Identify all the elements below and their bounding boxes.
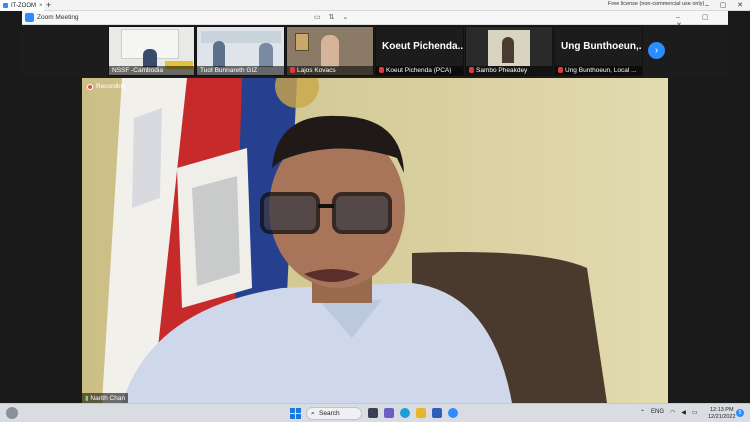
- language-indicator[interactable]: ENG: [651, 409, 664, 416]
- zoom-title-bar: Zoom Meeting ▭ ⇅ ⌄ – ▢ ✕: [22, 11, 728, 29]
- battery-icon[interactable]: ▭: [692, 409, 698, 416]
- new-tab-button[interactable]: +: [46, 0, 51, 11]
- participant-display-name: Ung Bunthoeun,...: [561, 41, 643, 52]
- tab-icon: [3, 3, 8, 8]
- search-icon: ⌕: [311, 410, 315, 417]
- participant-figure: [321, 35, 339, 67]
- signal-icon: ▮: [85, 395, 89, 402]
- browser-tab[interactable]: IT-ZOOM ×: [0, 0, 44, 11]
- chat-icon[interactable]: [384, 408, 394, 418]
- browser-tab-bar: IT-ZOOM × + Free license (non-commercial…: [0, 0, 750, 11]
- participant-name: Lajos Kovacs: [287, 66, 373, 75]
- speaker-name: ▮ Narith Chan: [82, 393, 129, 403]
- participant-figure: [213, 41, 225, 67]
- mic-muted-icon: [379, 67, 384, 73]
- gallery-next-icon[interactable]: ›: [648, 42, 665, 59]
- tab-title: IT-ZOOM: [11, 2, 36, 9]
- chevron-up-icon[interactable]: ⌃: [640, 409, 645, 416]
- minimize-button[interactable]: –: [700, 0, 714, 11]
- mic-muted-icon: [469, 67, 474, 73]
- participant-gallery: NSSF -Cambodia Tuot Bunnareth GIZ Lajos …: [22, 25, 728, 78]
- volume-icon[interactable]: ◀: [681, 409, 686, 416]
- taskbar-search[interactable]: ⌕ Search: [306, 407, 362, 420]
- zoom-logo-icon: [25, 13, 34, 22]
- system-tray[interactable]: ⌃ ENG ◠ ◀ ▭: [640, 409, 698, 416]
- windows-taskbar: ⌕ Search ⌃ ENG ◠ ◀ ▭ 12:13 PM 12/21/2022…: [0, 403, 750, 422]
- participant-tile[interactable]: Tuot Bunnareth GIZ: [196, 26, 285, 76]
- mic-muted-icon: [558, 67, 563, 73]
- maximize-button[interactable]: ▢: [716, 0, 730, 11]
- participant-tile[interactable]: Ung Bunthoeun,... Ung Bunthoeun, Local .…: [554, 26, 643, 76]
- participant-display-name: Koeut Pichenda...: [382, 41, 464, 52]
- participant-name: Ung Bunthoeun, Local ...: [555, 66, 642, 75]
- recording-indicator: Recording: [87, 83, 126, 90]
- taskbar-clock[interactable]: 12:13 PM 12/21/2022: [708, 407, 736, 420]
- close-button[interactable]: ✕: [733, 0, 747, 11]
- participant-name: NSSF -Cambodia: [109, 66, 194, 75]
- wall-frame: [295, 33, 309, 51]
- window-background: [201, 31, 281, 43]
- participant-tile[interactable]: Lajos Kovacs: [286, 26, 374, 76]
- file-explorer-icon[interactable]: [416, 408, 426, 418]
- participant-tile[interactable]: Sambo Pheakdey: [465, 26, 553, 76]
- participant-name: Koeut Pichenda (PCA): [376, 66, 463, 75]
- tab-close-icon[interactable]: ×: [39, 3, 43, 9]
- task-view-icon[interactable]: [368, 408, 378, 418]
- participant-figure: [259, 43, 273, 67]
- wifi-icon[interactable]: ◠: [670, 409, 675, 416]
- participant-figure: [143, 49, 157, 67]
- participant-name: Tuot Bunnareth GIZ: [197, 66, 284, 75]
- clock-time: 12:13 PM: [709, 407, 734, 413]
- recording-label: Recording: [96, 83, 126, 90]
- zoom-taskbar-icon[interactable]: [448, 408, 458, 418]
- edge-icon[interactable]: [400, 408, 410, 418]
- speaker-video-frame: [82, 78, 668, 403]
- recording-icon: [87, 83, 93, 90]
- license-text: Free license (non-commercial use only): [608, 1, 705, 7]
- notification-badge[interactable]: 5: [736, 409, 744, 417]
- clock-date: 12/21/2022: [708, 413, 736, 420]
- participant-name: Sambo Pheakdey: [466, 66, 552, 75]
- mic-muted-icon: [290, 67, 295, 73]
- store-icon[interactable]: [432, 408, 442, 418]
- main-speaker-video[interactable]: Recording ▮ Narith Chan: [82, 78, 668, 403]
- participant-tile[interactable]: NSSF -Cambodia: [108, 26, 195, 76]
- participant-tile[interactable]: Koeut Pichenda... Koeut Pichenda (PCA): [375, 26, 464, 76]
- windows-start-icon[interactable]: [290, 408, 301, 419]
- zoom-window-controls[interactable]: ▭ ⇅ ⌄: [314, 13, 351, 21]
- participant-figure: [502, 37, 514, 63]
- zoom-window-title: Zoom Meeting: [37, 14, 79, 21]
- weather-icon[interactable]: [6, 407, 18, 419]
